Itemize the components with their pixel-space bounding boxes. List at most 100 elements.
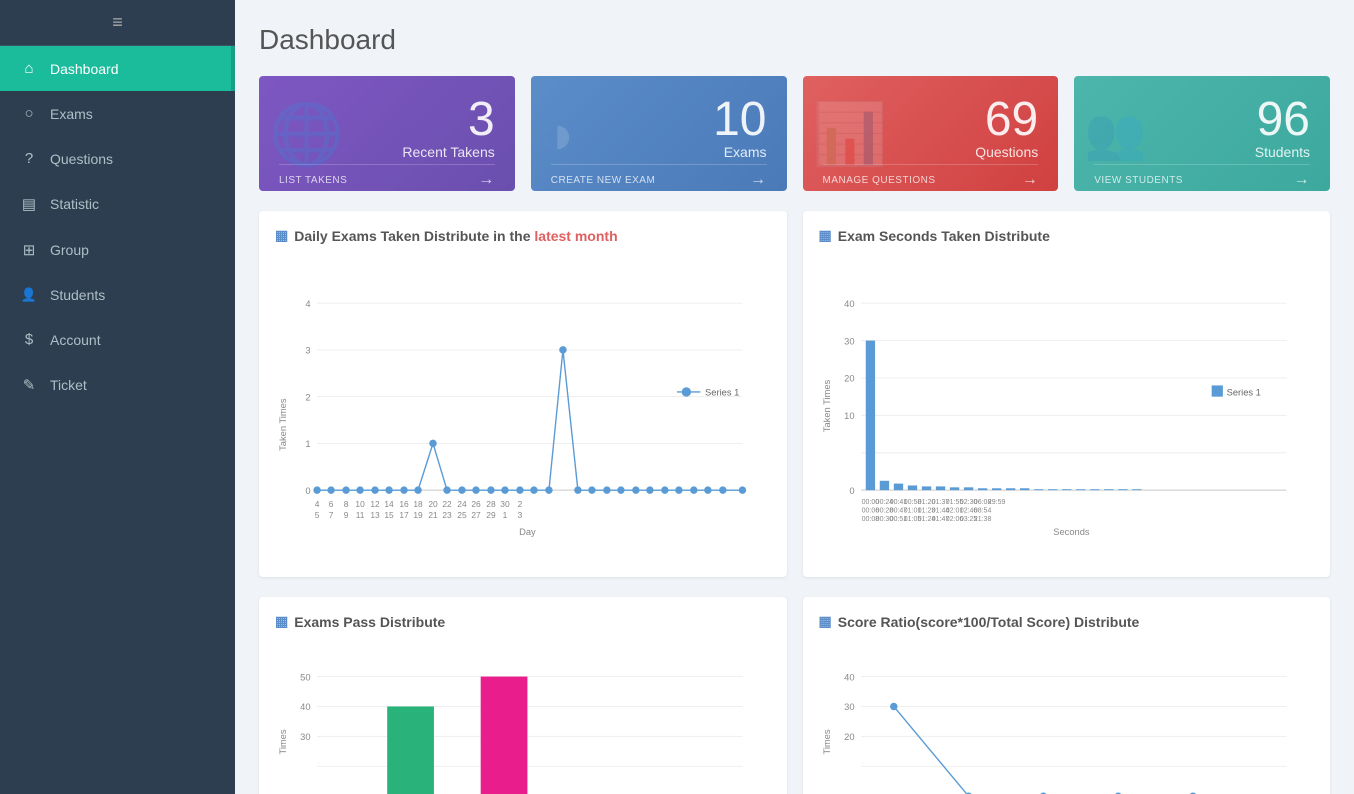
sidebar-item-ticket[interactable]: ✎ Ticket (0, 362, 235, 408)
stat-footer-exams: CREATE NEW EXAM → (551, 164, 767, 189)
svg-text:26: 26 (471, 499, 481, 509)
arrow-right-icon: → (750, 171, 767, 189)
svg-text:9: 9 (344, 510, 349, 520)
svg-text:10: 10 (355, 499, 365, 509)
svg-text:18: 18 (413, 499, 423, 509)
stat-card-students[interactable]: 👥 96 Students VIEW STUDENTS → (1074, 76, 1330, 191)
svg-text:17: 17 (399, 510, 409, 520)
svg-text:08:54: 08:54 (973, 508, 991, 515)
sidebar-item-label: Questions (50, 151, 113, 167)
svg-text:1: 1 (305, 439, 310, 449)
sidebar-item-label: Statistic (50, 196, 99, 212)
svg-text:14: 14 (384, 499, 394, 509)
ticket-icon: ✎ (20, 376, 38, 394)
svg-text:29: 29 (486, 510, 496, 520)
account-icon: $ (20, 331, 38, 348)
hamburger-icon: ≡ (112, 12, 123, 33)
sidebar-item-questions[interactable]: ? Questions (0, 136, 235, 181)
svg-text:10: 10 (844, 411, 854, 421)
moon-icon: ◑ (541, 102, 574, 166)
stat-card-questions[interactable]: 📊 69 Questions MANAGE QUESTIONS → (803, 76, 1059, 191)
sidebar-item-statistic[interactable]: ▤ Statistic (0, 181, 235, 227)
svg-text:28: 28 (486, 499, 496, 509)
svg-text:20: 20 (844, 732, 854, 742)
seconds-svg: Taken Times 40 30 20 10 0 (819, 256, 1315, 556)
svg-text:4: 4 (315, 499, 320, 509)
questions-icon: ? (20, 150, 38, 167)
bar-chart-icon-2: ▦ (819, 227, 832, 244)
sidebar-item-exams[interactable]: ○ Exams (0, 91, 235, 136)
arrow-right-icon: → (478, 171, 495, 189)
sidebar-item-group[interactable]: ⊞ Group (0, 227, 235, 273)
svg-text:0: 0 (849, 486, 854, 496)
svg-text:30: 30 (500, 499, 510, 509)
bar-chart-icon-4: ▦ (819, 613, 832, 630)
chart-title-score: ▦ Score Ratio(score*100/Total Score) Dis… (819, 613, 1315, 630)
score-svg: Times 40 30 20 (819, 642, 1315, 794)
svg-text:21: 21 (428, 510, 438, 520)
svg-text:11: 11 (356, 510, 365, 520)
svg-text:40: 40 (844, 299, 854, 309)
svg-text:25: 25 (457, 510, 467, 520)
arrow-right-icon: → (1022, 171, 1039, 189)
svg-text:Taken Times: Taken Times (278, 398, 288, 451)
chart-title-daily: ▦ Daily Exams Taken Distribute in the la… (275, 227, 771, 244)
svg-text:2: 2 (518, 499, 523, 509)
chart-area-score: Times 40 30 20 (819, 642, 1315, 794)
home-icon: ⌂ (20, 60, 38, 77)
statistic-icon: ▤ (20, 195, 38, 213)
svg-text:3: 3 (518, 510, 523, 520)
svg-text:50: 50 (300, 672, 310, 682)
stat-number-exams: 10 (551, 96, 767, 144)
chart-icon: 📊 (813, 98, 888, 169)
svg-text:20: 20 (428, 499, 438, 509)
sidebar-item-students[interactable]: 👤 Students (0, 273, 235, 317)
page-title: Dashboard (259, 24, 1330, 56)
stat-card-exams[interactable]: ◑ 10 Exams CREATE NEW EXAM → (531, 76, 787, 191)
chart-area-pass: Times 50 40 30 (275, 642, 771, 794)
svg-text:Taken Times: Taken Times (822, 379, 832, 432)
svg-text:Day: Day (519, 527, 536, 537)
stat-card-takens[interactable]: 🌐 3 Recent Takens LIST TAKENS → (259, 76, 515, 191)
arrow-right-icon: → (1294, 171, 1311, 189)
svg-text:30: 30 (844, 336, 854, 346)
charts-row-2: ▦ Exams Pass Distribute Times 50 40 30 (259, 597, 1330, 794)
svg-text:6: 6 (329, 499, 334, 509)
sidebar-item-label: Account (50, 332, 101, 348)
svg-text:8: 8 (344, 499, 349, 509)
bar-chart-icon-3: ▦ (275, 613, 288, 630)
group-icon: ⊞ (20, 241, 38, 259)
bar-chart-icon: ▦ (275, 227, 288, 244)
exams-icon: ○ (20, 105, 38, 122)
chart-area-daily: Taken Times 4 3 2 1 0 (275, 256, 771, 561)
svg-text:15: 15 (384, 510, 394, 520)
stat-footer-students: VIEW STUDENTS → (1094, 164, 1310, 189)
svg-text:21:38: 21:38 (973, 516, 991, 523)
svg-text:40: 40 (844, 672, 854, 682)
svg-text:2: 2 (305, 392, 310, 402)
sidebar-item-account[interactable]: $ Account (0, 317, 235, 362)
main-content: Dashboard 🌐 3 Recent Takens LIST TAKENS … (235, 0, 1354, 794)
svg-text:30: 30 (844, 702, 854, 712)
sidebar-item-dashboard[interactable]: ⌂ Dashboard (0, 46, 235, 91)
chart-title-seconds: ▦ Exam Seconds Taken Distribute (819, 227, 1315, 244)
people-icon: 👥 (1084, 104, 1146, 163)
svg-text:23: 23 (442, 510, 452, 520)
svg-text:40: 40 (300, 702, 310, 712)
svg-text:27: 27 (471, 510, 481, 520)
chart-score-ratio: ▦ Score Ratio(score*100/Total Score) Dis… (803, 597, 1331, 794)
chart-exams-pass: ▦ Exams Pass Distribute Times 50 40 30 (259, 597, 787, 794)
sidebar-item-label: Exams (50, 106, 93, 122)
stat-label-exams: Exams (551, 144, 767, 160)
svg-text:Series 1: Series 1 (1226, 388, 1260, 398)
globe-icon: 🌐 (269, 98, 344, 169)
svg-text:4: 4 (305, 299, 310, 309)
sidebar-item-label: Students (50, 287, 105, 303)
pass-svg: Times 50 40 30 (275, 642, 771, 794)
svg-text:24: 24 (457, 499, 467, 509)
charts-row-1: ▦ Daily Exams Taken Distribute in the la… (259, 211, 1330, 577)
sidebar-toggle[interactable]: ≡ (0, 0, 235, 46)
sidebar-item-label: Ticket (50, 377, 87, 393)
svg-text:5: 5 (315, 510, 320, 520)
chart-area-seconds: Taken Times 40 30 20 10 0 (819, 256, 1315, 561)
